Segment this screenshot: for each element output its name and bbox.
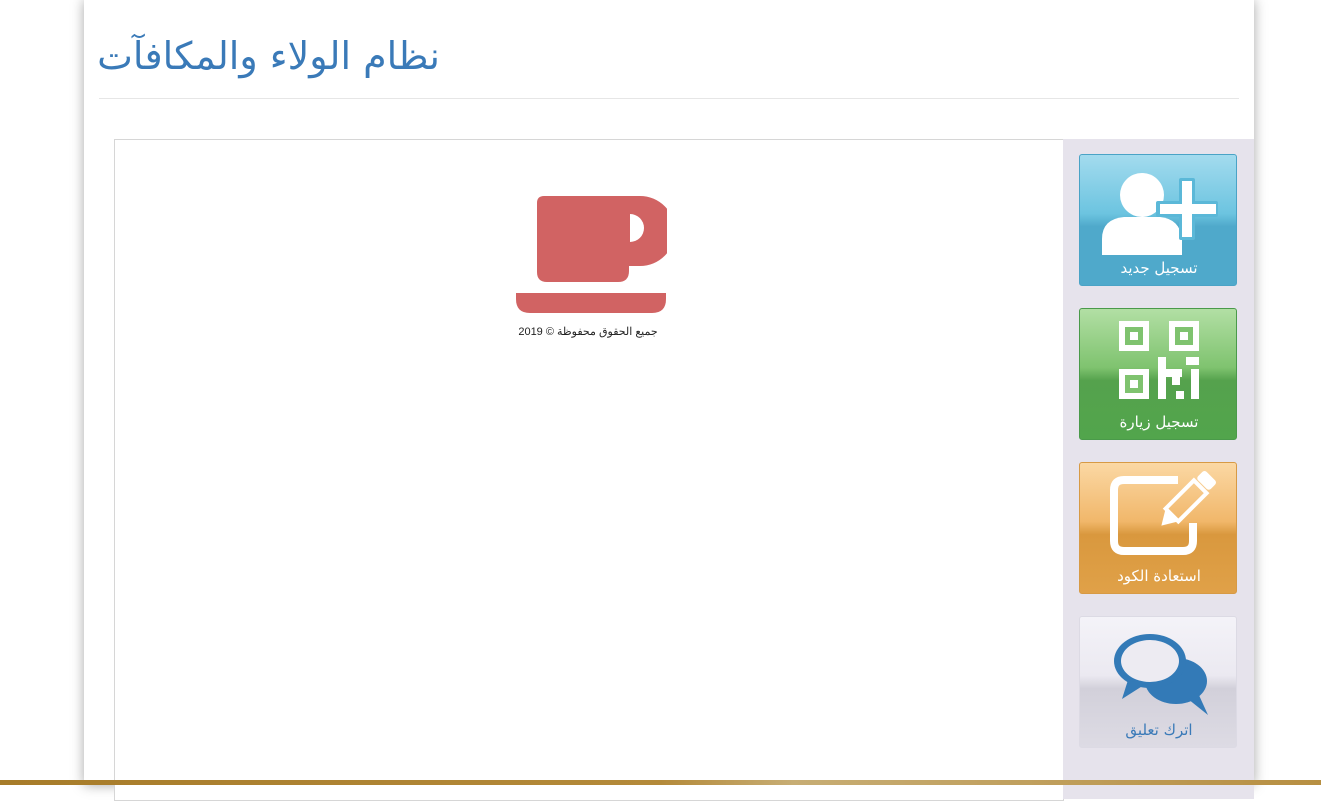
tile-label: تسجيل جديد: [1120, 259, 1198, 277]
qr-code-icon: [1119, 321, 1199, 399]
title-divider: [99, 98, 1239, 99]
copyright-text: جميع الحقوق محفوظة © 2019: [518, 326, 658, 338]
edit-icon: [1110, 471, 1216, 555]
register-new-button[interactable]: تسجيل جديد: [1079, 154, 1237, 286]
tile-label: تسجيل زيارة: [1119, 413, 1199, 431]
bottom-taskbar: [0, 780, 1321, 785]
tile-label: استعادة الكود: [1117, 567, 1201, 585]
page-container: نظام الولاء والمكافآت جميع الحقوق محفوظة…: [84, 0, 1254, 801]
restore-code-button[interactable]: استعادة الكود: [1079, 462, 1237, 594]
sidebar: تسجيل جديد تسجيل زيارة استعادة الكود اتر…: [1063, 139, 1254, 799]
page-title: نظام الولاء والمكافآت: [97, 34, 440, 78]
coffee-cup-icon: [516, 196, 667, 313]
register-visit-button[interactable]: تسجيل زيارة: [1079, 308, 1237, 440]
leave-comment-button[interactable]: اترك تعليق: [1079, 616, 1237, 748]
add-user-icon: [1102, 173, 1218, 255]
main-content-frame: جميع الحقوق محفوظة © 2019: [114, 139, 1064, 801]
comments-icon: [1114, 634, 1208, 715]
tile-label: اترك تعليق: [1125, 721, 1193, 739]
